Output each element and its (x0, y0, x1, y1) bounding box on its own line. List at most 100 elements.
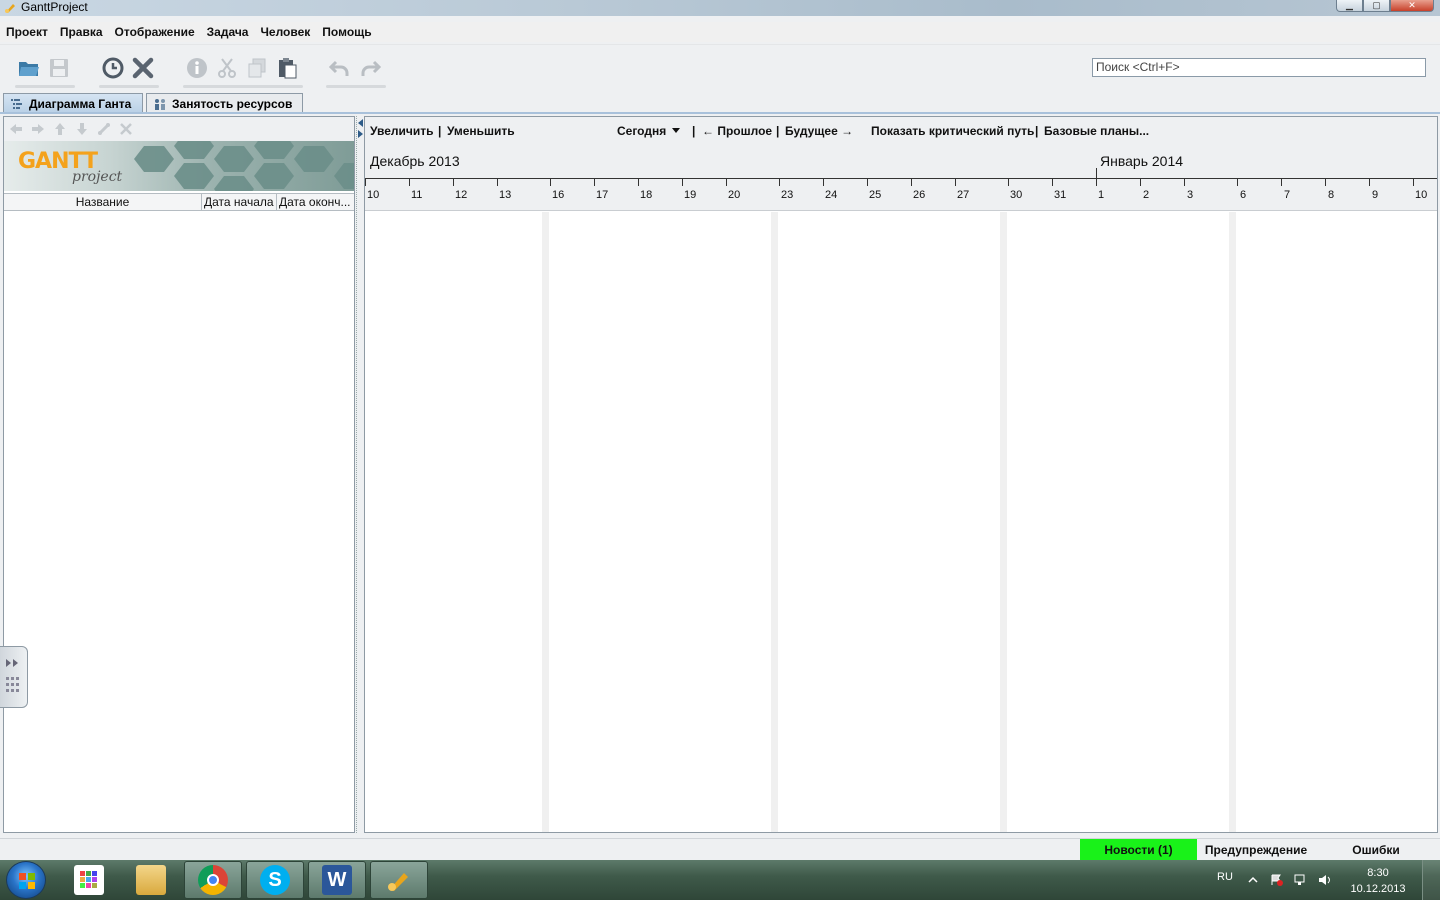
day-tick (1184, 178, 1185, 186)
maximize-button[interactable]: ▢ (1363, 0, 1390, 12)
day-tick (955, 178, 956, 186)
day-label: 6 (1240, 189, 1247, 201)
show-hidden-icons-icon[interactable] (1246, 874, 1260, 886)
month-label: Декабрь 2013 (370, 153, 460, 169)
tab-resource-load[interactable]: Занятость ресурсов (146, 93, 303, 113)
day-label: 18 (640, 189, 653, 201)
resources-icon (155, 98, 165, 110)
save-icon[interactable] (45, 54, 73, 82)
separator: | (692, 124, 696, 138)
expand-handle-icon (6, 659, 19, 692)
menu-task[interactable]: Задача (201, 25, 255, 39)
day-tick (682, 178, 683, 186)
minimize-button[interactable]: ▁ (1336, 0, 1363, 12)
apps-grid-icon (74, 865, 104, 895)
copy-icon[interactable] (243, 54, 271, 82)
main-toolbar: Поиск <Ctrl+F> (0, 44, 1440, 90)
future-button[interactable]: Будущее → (785, 124, 853, 138)
menu-project[interactable]: Проект (0, 25, 54, 39)
language-indicator[interactable]: RU (1217, 871, 1233, 883)
day-tick (1008, 178, 1009, 186)
chevron-down-icon (672, 128, 681, 133)
day-tick (867, 178, 868, 186)
day-label: 10 (367, 189, 380, 201)
outdent-arrow-icon[interactable] (8, 121, 24, 137)
search-input[interactable]: Поиск <Ctrl+F> (1092, 58, 1426, 77)
day-tick (365, 178, 366, 186)
taskbar-skype[interactable]: S (246, 861, 304, 899)
separator: | (438, 124, 442, 138)
collapse-left-arrow-icon[interactable] (358, 119, 363, 127)
today-dropdown[interactable]: Сегодня (617, 124, 681, 138)
indent-arrow-icon[interactable] (30, 121, 46, 137)
zoom-out-button[interactable]: Уменьшить (447, 124, 515, 138)
critical-path-button[interactable]: Показать критический путь (871, 124, 1034, 138)
menu-human[interactable]: Человек (254, 25, 316, 39)
day-tick (1052, 178, 1053, 186)
tab-gantt-chart[interactable]: Диаграмма Ганта (3, 93, 143, 113)
day-label: 3 (1187, 189, 1194, 201)
project-logo-text: project (72, 169, 123, 185)
tab-underline (0, 112, 1440, 114)
show-desktop-button[interactable] (1422, 860, 1440, 900)
panel-splitter[interactable] (356, 116, 364, 833)
taskbar-word[interactable]: W (308, 861, 366, 899)
day-tick (911, 178, 912, 186)
errors-button[interactable]: Ошибки (1330, 839, 1422, 860)
toolbar-group-separator (326, 85, 386, 88)
taskbar-chrome[interactable] (184, 861, 242, 899)
past-button[interactable]: ← Прошлое (702, 124, 772, 138)
day-label: 19 (684, 189, 697, 201)
today-label: Сегодня (617, 124, 667, 138)
day-label: 12 (455, 189, 468, 201)
day-tick (409, 178, 410, 186)
menu-help[interactable]: Помощь (316, 25, 377, 39)
file-explorer-icon (136, 865, 166, 895)
chrome-icon (198, 865, 228, 895)
news-button[interactable]: Новости (1) (1080, 839, 1197, 860)
taskbar-ganttproject[interactable] (370, 861, 428, 899)
system-clock[interactable]: 8:30 10.12.2013 (1346, 865, 1410, 897)
start-button[interactable] (6, 861, 46, 899)
warnings-button[interactable]: Предупреждение (1198, 839, 1314, 860)
baselines-button[interactable]: Базовые планы... (1044, 124, 1149, 138)
info-icon[interactable] (183, 54, 211, 82)
paste-icon[interactable] (273, 54, 301, 82)
column-end-date[interactable]: Дата оконч... (277, 194, 353, 210)
redo-icon[interactable] (356, 54, 384, 82)
taskbar-apps-grid[interactable] (60, 861, 118, 899)
network-icon[interactable] (1294, 874, 1308, 886)
column-start-date[interactable]: Дата начала (202, 194, 277, 210)
clock-icon[interactable] (99, 54, 127, 82)
delete-icon[interactable] (129, 54, 157, 82)
action-center-flag-icon[interactable] (1270, 874, 1284, 886)
day-label: 10 (1415, 189, 1428, 201)
menu-bar: Проект Правка Отображение Задача Человек… (0, 22, 1440, 42)
side-panel-handle[interactable] (0, 646, 28, 708)
expand-right-arrow-icon[interactable] (358, 130, 363, 138)
day-label: 20 (728, 189, 741, 201)
volume-icon[interactable] (1318, 874, 1332, 886)
window-controls: ▁ ▢ ✕ (1336, 0, 1434, 12)
day-label: 23 (781, 189, 794, 201)
move-up-arrow-icon[interactable] (52, 121, 68, 137)
day-label: 8 (1328, 189, 1335, 201)
menu-view[interactable]: Отображение (109, 25, 201, 39)
column-name[interactable]: Название (4, 194, 202, 210)
unlink-icon[interactable] (118, 121, 134, 137)
weekend-stripe (1000, 212, 1007, 832)
gantt-grid[interactable] (365, 212, 1437, 832)
day-label: 17 (596, 189, 609, 201)
taskbar-file-explorer[interactable] (122, 861, 180, 899)
window-title: GanttProject (21, 0, 88, 14)
link-icon[interactable] (96, 121, 112, 137)
close-window-button[interactable]: ✕ (1390, 0, 1434, 12)
task-tree-toolbar (4, 117, 354, 141)
tab-label: Занятость ресурсов (172, 96, 293, 111)
zoom-in-button[interactable]: Увеличить (370, 124, 434, 138)
move-down-arrow-icon[interactable] (74, 121, 90, 137)
menu-edit[interactable]: Правка (54, 25, 109, 39)
open-folder-icon[interactable] (15, 54, 43, 82)
undo-icon[interactable] (326, 54, 354, 82)
cut-icon[interactable] (213, 54, 241, 82)
